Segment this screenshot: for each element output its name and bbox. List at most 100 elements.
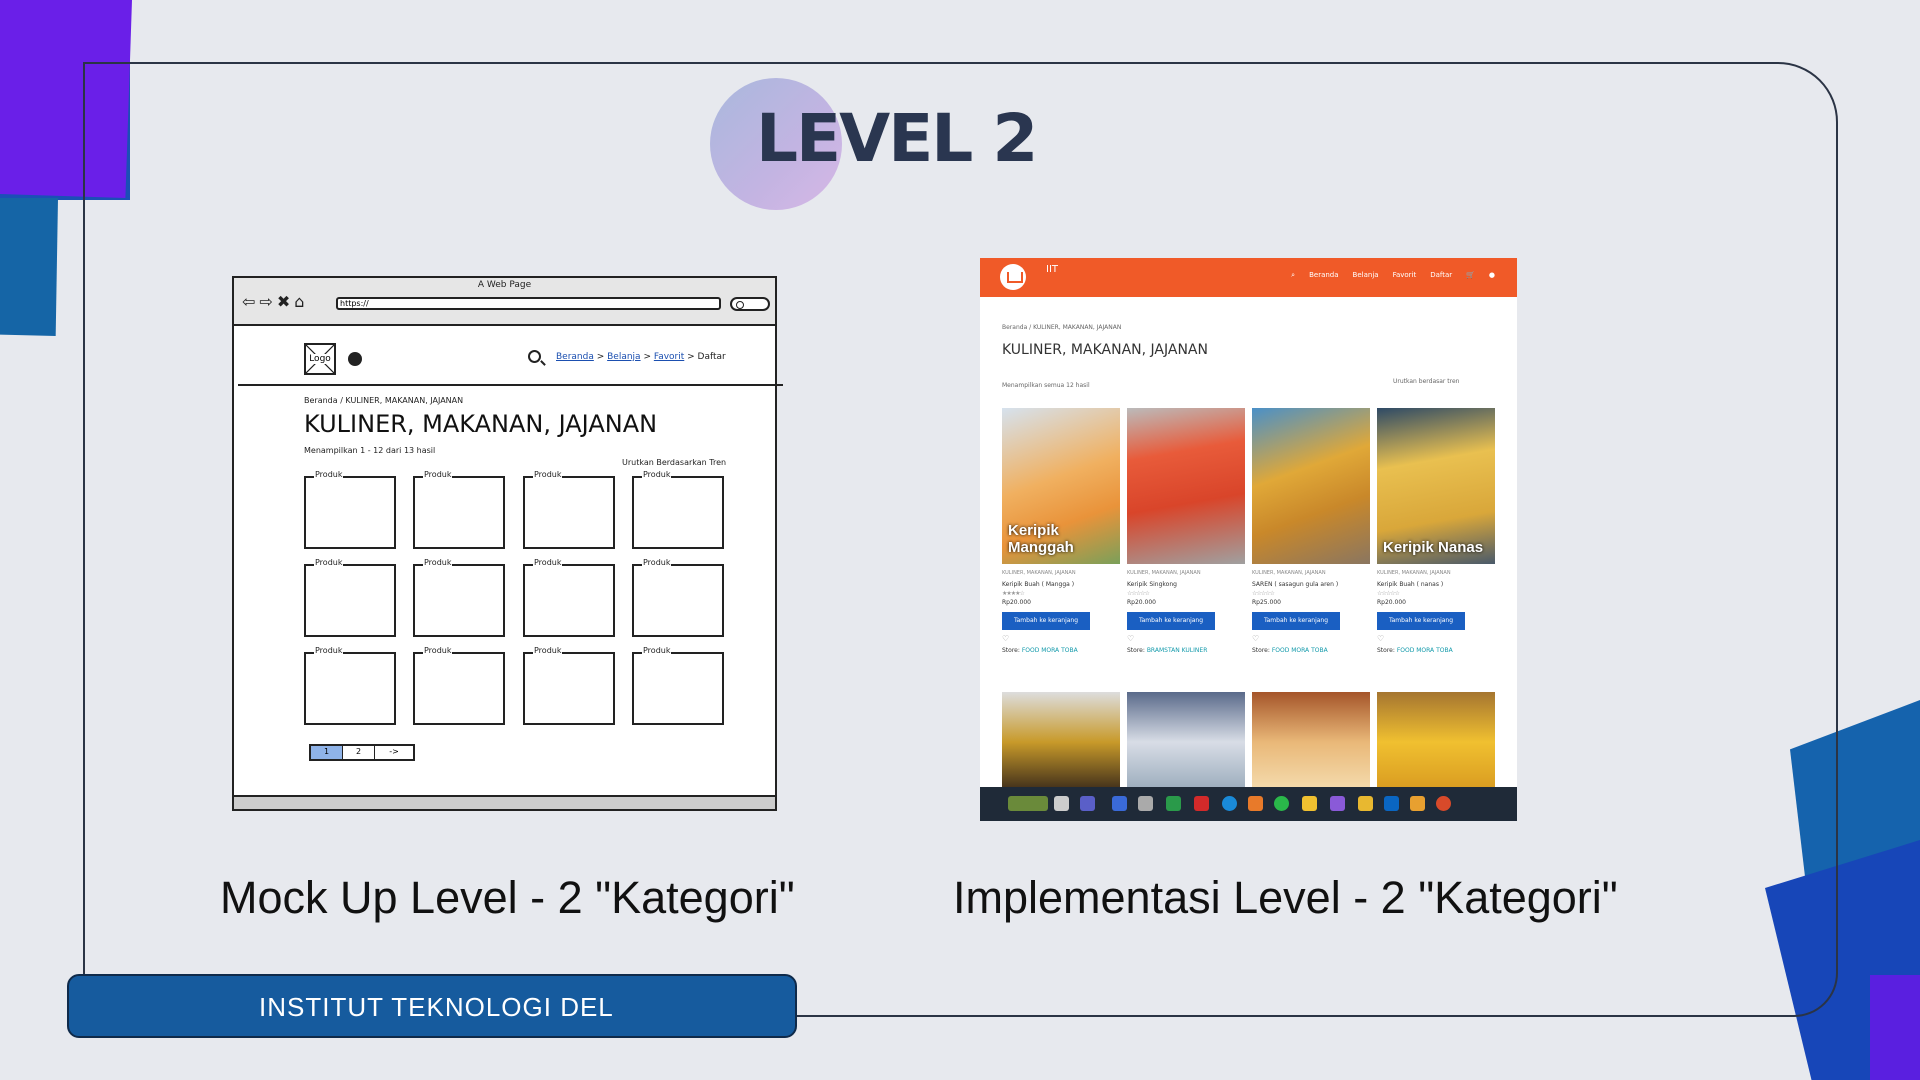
- browser-nav-icons[interactable]: ⇦⇨✖⌂: [242, 292, 308, 311]
- impl-cart-logo-icon[interactable]: [1000, 264, 1026, 290]
- product-name[interactable]: Keripik Buah ( Mangga ): [1002, 581, 1120, 588]
- product-card[interactable]: Produk: [632, 470, 724, 549]
- add-to-cart-button[interactable]: Tambah ke keranjang: [1002, 612, 1090, 630]
- cart-icon[interactable]: 🛒: [1466, 271, 1475, 280]
- nav-favorit[interactable]: Favorit: [654, 352, 684, 362]
- impl-nav-beranda[interactable]: Beranda: [1309, 271, 1338, 280]
- folder-icon[interactable]: [1302, 796, 1317, 811]
- sticky-notes-icon[interactable]: [1410, 796, 1425, 811]
- product-name[interactable]: SAREN ( sasagun gula aren ): [1252, 581, 1370, 588]
- product-label: Produk: [423, 470, 453, 479]
- user-icon[interactable]: ●: [1489, 271, 1495, 280]
- product-image[interactable]: [1127, 408, 1245, 564]
- impl-nav-favorit[interactable]: Favorit: [1393, 271, 1417, 280]
- product-card[interactable]: Produk: [413, 646, 505, 725]
- chrome-icon[interactable]: [1436, 796, 1451, 811]
- excel-icon[interactable]: [1166, 796, 1181, 811]
- product-image[interactable]: [1002, 692, 1120, 792]
- impl-product-card[interactable]: KULINER, MAKANAN, JAJANAN SAREN ( sasagu…: [1252, 408, 1370, 654]
- product-card[interactable]: Produk: [413, 470, 505, 549]
- page-next[interactable]: ->: [375, 746, 413, 759]
- product-card[interactable]: Produk: [523, 470, 615, 549]
- store-link[interactable]: FOOD MORA TOBA: [1397, 647, 1453, 654]
- product-category: KULINER, MAKANAN, JAJANAN: [1127, 570, 1201, 576]
- impl-heading: KULINER, MAKANAN, JAJANAN: [1002, 342, 1208, 358]
- nav-daftar[interactable]: Daftar: [698, 352, 726, 362]
- xampp-icon[interactable]: [1248, 796, 1263, 811]
- nav-beranda[interactable]: Beranda: [556, 352, 594, 362]
- product-image[interactable]: [1252, 408, 1370, 564]
- rating-stars-icon: ☆☆☆☆☆: [1377, 590, 1400, 597]
- pdf-icon[interactable]: [1194, 796, 1209, 811]
- product-image[interactable]: [1252, 692, 1370, 792]
- page-1[interactable]: 1: [311, 746, 343, 759]
- slide-title: LEVEL 2: [756, 100, 1038, 177]
- heart-icon[interactable]: ♡: [1377, 634, 1495, 643]
- calendar-icon[interactable]: [1112, 796, 1127, 811]
- impl-product-card[interactable]: KULINER, MAKANAN, JAJANAN Keripik Singko…: [1127, 408, 1245, 654]
- app-icon[interactable]: [1358, 796, 1373, 811]
- mockup-nav: Beranda > Belanja > Favorit > Daftar: [556, 352, 726, 362]
- product-image[interactable]: Keripik Manggah: [1002, 408, 1120, 564]
- store-link[interactable]: FOOD MORA TOBA: [1272, 647, 1328, 654]
- implementation-screenshot: IIT ⌕ Beranda Belanja Favorit Daftar 🛒 ●…: [980, 258, 1517, 821]
- rating-stars-icon: ★★★★☆: [1002, 590, 1025, 597]
- mockup-breadcrumb: Beranda / KULINER, MAKANAN, JAJANAN: [304, 396, 464, 405]
- impl-nav-daftar[interactable]: Daftar: [1430, 271, 1452, 280]
- product-card[interactable]: Produk: [632, 646, 724, 725]
- weather-icon[interactable]: [1008, 796, 1048, 811]
- product-card[interactable]: Produk: [304, 558, 396, 637]
- heart-icon[interactable]: ♡: [1127, 634, 1245, 643]
- impl-product-card[interactable]: Keripik Manggah KULINER, MAKANAN, JAJANA…: [1002, 408, 1120, 654]
- nav-belanja[interactable]: Belanja: [607, 352, 640, 362]
- mockup-url-field[interactable]: https://: [336, 297, 721, 310]
- heart-icon[interactable]: ♡: [1002, 634, 1120, 643]
- store-prefix: Store:: [1002, 647, 1020, 654]
- mockup-window-title: A Web Page: [477, 280, 532, 290]
- decor-bottom-right-3: [1870, 975, 1920, 1080]
- product-card[interactable]: Produk: [523, 558, 615, 637]
- add-to-cart-button[interactable]: Tambah ke keranjang: [1377, 612, 1465, 630]
- linkedin-icon[interactable]: [1384, 796, 1399, 811]
- mockup-browser-bar: A Web Page ⇦⇨✖⌂ https://: [234, 278, 775, 326]
- product-category: KULINER, MAKANAN, JAJANAN: [1252, 570, 1326, 576]
- store-link[interactable]: BRAMSTAN KULINER: [1147, 647, 1208, 654]
- add-to-cart-button[interactable]: Tambah ke keranjang: [1252, 612, 1340, 630]
- product-card[interactable]: Produk: [304, 646, 396, 725]
- whatsapp-icon[interactable]: [1274, 796, 1289, 811]
- add-to-cart-button[interactable]: Tambah ke keranjang: [1127, 612, 1215, 630]
- mockup-result-count: Menampilkan 1 - 12 dari 13 hasil: [304, 446, 436, 455]
- caption-mockup: Mock Up Level - 2 "Kategori": [220, 872, 795, 923]
- eraser-icon[interactable]: [1138, 796, 1153, 811]
- page-2[interactable]: 2: [343, 746, 375, 759]
- product-card[interactable]: Produk: [632, 558, 724, 637]
- mockup-sort[interactable]: Urutkan Berdasarkan Tren: [622, 458, 726, 467]
- product-card[interactable]: Produk: [523, 646, 615, 725]
- mockup-search-icon[interactable]: [730, 297, 770, 311]
- product-category: KULINER, MAKANAN, JAJANAN: [1002, 570, 1076, 576]
- impl-product-card[interactable]: Keripik Nanas KULINER, MAKANAN, JAJANAN …: [1377, 408, 1495, 654]
- search-icon[interactable]: [528, 350, 541, 363]
- store-link[interactable]: FOOD MORA TOBA: [1022, 647, 1078, 654]
- product-image-caption: Keripik Manggah: [1008, 522, 1074, 556]
- product-name[interactable]: Keripik Buah ( nanas ): [1377, 581, 1495, 588]
- cart-icon[interactable]: [348, 352, 362, 366]
- impl-nav-belanja[interactable]: Belanja: [1353, 271, 1379, 280]
- product-image[interactable]: [1127, 692, 1245, 792]
- product-image-caption: Keripik Nanas: [1383, 539, 1484, 556]
- heart-icon[interactable]: ♡: [1252, 634, 1370, 643]
- product-card[interactable]: Produk: [304, 470, 396, 549]
- product-name[interactable]: Keripik Singkong: [1127, 581, 1245, 588]
- product-image[interactable]: [1377, 692, 1495, 792]
- store-prefix: Store:: [1252, 647, 1270, 654]
- search-icon[interactable]: ⌕: [1291, 271, 1295, 280]
- teams-icon[interactable]: [1080, 796, 1095, 811]
- impl-sort-select[interactable]: Urutkan berdasar tren: [1393, 378, 1493, 385]
- product-card[interactable]: Produk: [413, 558, 505, 637]
- figma-icon[interactable]: [1330, 796, 1345, 811]
- product-image[interactable]: Keripik Nanas: [1377, 408, 1495, 564]
- task-view-icon[interactable]: [1054, 796, 1069, 811]
- product-store: Store: BRAMSTAN KULINER: [1127, 647, 1245, 654]
- store-prefix: Store:: [1377, 647, 1395, 654]
- edge-icon[interactable]: [1222, 796, 1237, 811]
